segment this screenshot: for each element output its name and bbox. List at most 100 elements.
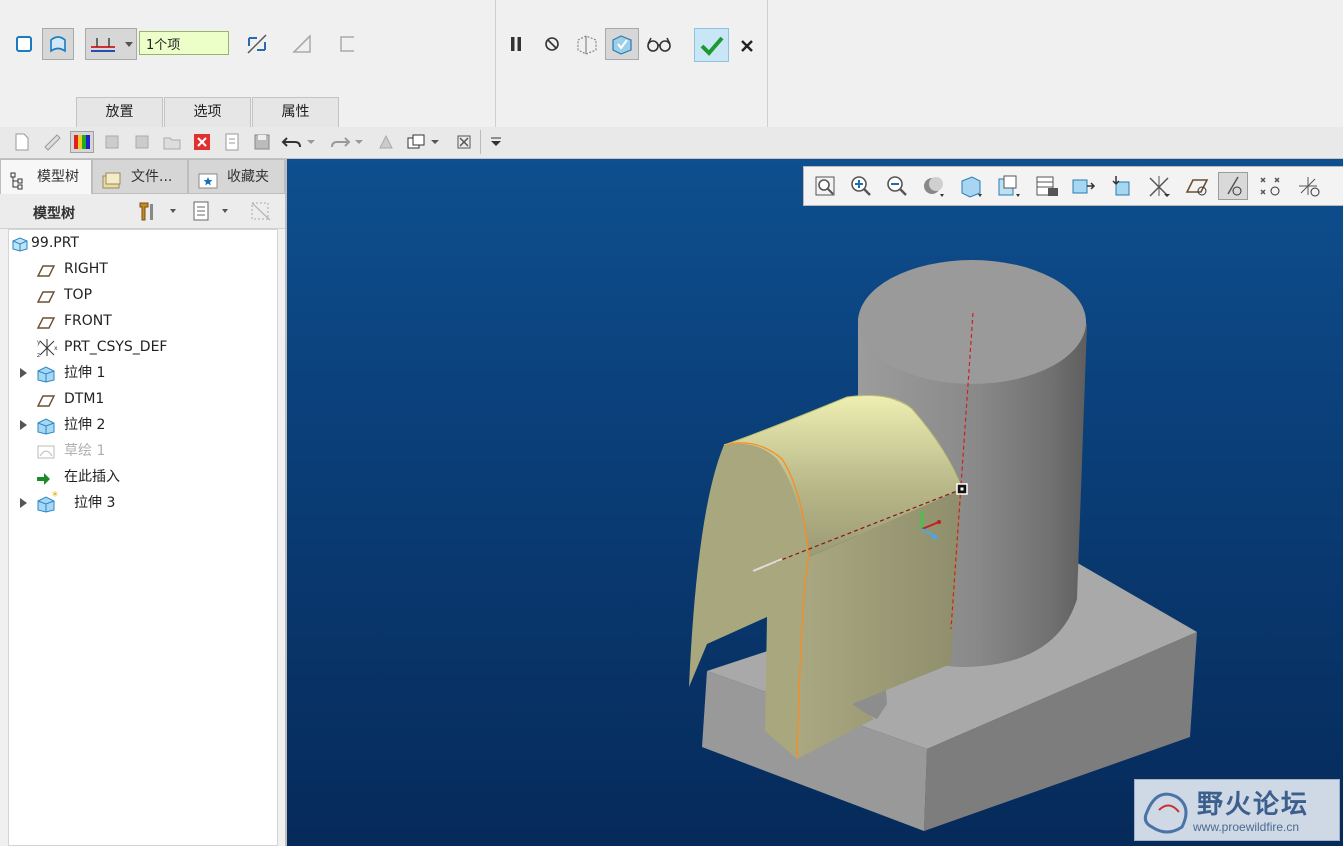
tree-item-label: DTM1	[64, 391, 105, 407]
expand-arrow-icon[interactable]	[20, 420, 27, 430]
show-list-icon[interactable]	[192, 200, 232, 226]
verify-preview-icon[interactable]	[605, 28, 639, 60]
active-feature-star-icon: *	[52, 489, 58, 503]
view-manager-icon[interactable]	[1032, 172, 1062, 200]
refit-icon[interactable]	[810, 172, 840, 200]
svg-text:x: x	[54, 345, 58, 352]
tab-properties[interactable]: 属性	[252, 97, 339, 127]
flip-direction-icon[interactable]	[241, 28, 273, 60]
watermark-logo-icon	[1143, 792, 1188, 834]
datum-display-icon[interactable]	[1144, 172, 1174, 200]
close-icon[interactable]	[452, 131, 476, 153]
model-tree: 99.PRT RIGHT TOP FRONT y x z PRT_CSYS_DEF 拉伸 1 DT…	[8, 229, 278, 846]
measure-icon[interactable]	[40, 131, 64, 153]
tab-file-browser[interactable]: 文件...	[92, 159, 188, 194]
tree-item[interactable]: 99.PRT	[9, 230, 277, 256]
zoom-out-icon[interactable]	[882, 172, 912, 200]
expand-arrow-icon[interactable]	[20, 368, 27, 378]
tab-model-tree-label: 模型树	[37, 169, 79, 185]
tree-item[interactable]: * 拉伸 3	[9, 489, 277, 516]
tab-placement[interactable]: 放置	[76, 97, 163, 127]
ok-check-icon[interactable]	[694, 28, 729, 62]
plane-display-icon[interactable]	[1182, 172, 1212, 200]
tree-item[interactable]: 在此插入	[9, 464, 277, 490]
navigator-panel: 模型树 文件... 收藏夹 模型树 99.PRT RIGHT TOP FRONT y x z…	[0, 159, 285, 846]
new-icon[interactable]	[10, 131, 34, 153]
repaint-icon[interactable]	[918, 172, 948, 200]
extrude-dashboard: 1个项 放置 选项 属性	[0, 0, 1343, 128]
cancel-x-icon[interactable]	[731, 30, 763, 62]
filter-hidden-icon[interactable]	[248, 200, 274, 226]
tree-item[interactable]: FRONT	[9, 308, 277, 334]
tab-model-tree[interactable]: 模型树	[0, 159, 92, 194]
redo-dropdown-icon[interactable]	[352, 131, 366, 153]
tree-item-label: 99.PRT	[31, 235, 79, 251]
window-list-icon[interactable]	[220, 131, 244, 153]
regenerate-manager-icon[interactable]	[130, 131, 154, 153]
tree-item-label: FRONT	[64, 313, 112, 329]
tree-item-label: 拉伸 1	[64, 365, 106, 381]
model-tree-header: 模型树	[0, 194, 285, 229]
appearance-icon[interactable]	[70, 131, 94, 153]
tree-item[interactable]: TOP	[9, 282, 277, 308]
surface-icon[interactable]	[42, 28, 74, 60]
svg-text:y: y	[37, 339, 41, 346]
undo-dropdown-icon[interactable]	[304, 131, 318, 153]
customize-toolbar-icon[interactable]	[484, 131, 508, 153]
tree-item-label: TOP	[64, 287, 93, 303]
tree-item[interactable]: DTM1	[9, 386, 277, 412]
watermark-url: www.proewildfire.cn	[1193, 820, 1300, 834]
remove-material-icon[interactable]	[286, 28, 318, 60]
undo-icon[interactable]	[280, 131, 304, 153]
tab-favorites[interactable]: 收藏夹	[188, 159, 285, 194]
open-icon[interactable]	[160, 131, 184, 153]
zoom-in-icon[interactable]	[846, 172, 876, 200]
thicken-sketch-icon[interactable]	[332, 28, 364, 60]
windows-dropdown-icon[interactable]	[428, 131, 442, 153]
tree-item-label: RIGHT	[64, 261, 108, 277]
display-style-icon[interactable]	[956, 172, 986, 200]
perspective-icon[interactable]	[1068, 172, 1098, 200]
regen-icon[interactable]	[374, 131, 398, 153]
saved-orientations-icon[interactable]	[994, 172, 1024, 200]
tree-item-label: 草绘 1	[64, 443, 106, 459]
redo-icon[interactable]	[328, 131, 352, 153]
settings-tools-icon[interactable]	[136, 200, 176, 226]
graphics-toolbar	[803, 166, 1343, 206]
model-view	[689, 260, 1197, 831]
tree-item[interactable]: y x z PRT_CSYS_DEF	[9, 334, 277, 360]
forum-watermark: 野火论坛 www.proewildfire.cn	[1134, 779, 1340, 841]
tree-item-label: 拉伸 3	[74, 495, 116, 511]
tree-item[interactable]: 拉伸 2	[9, 412, 277, 438]
tab-file-browser-label: 文件...	[131, 169, 173, 185]
tree-item[interactable]: 草绘 1	[9, 438, 277, 464]
model-tree-title: 模型树	[33, 206, 75, 222]
tree-item[interactable]: 拉伸 1	[9, 360, 277, 386]
csys-display-icon[interactable]	[1294, 172, 1324, 200]
save-icon[interactable]	[250, 131, 274, 153]
solid-icon[interactable]	[8, 28, 40, 60]
regenerate-icon[interactable]	[100, 131, 124, 153]
thicken-dropdown-icon[interactable]	[85, 28, 137, 60]
tab-options[interactable]: 选项	[164, 97, 251, 127]
close-window-icon[interactable]	[190, 131, 214, 153]
glasses-preview-icon[interactable]	[643, 28, 675, 60]
axis-display-icon[interactable]	[1218, 172, 1248, 200]
tree-item-label: PRT_CSYS_DEF	[64, 339, 168, 355]
expand-arrow-icon[interactable]	[20, 498, 27, 508]
graphics-viewport[interactable]: 野火论坛 www.proewildfire.cn	[285, 159, 1343, 846]
attach-preview-icon[interactable]	[571, 28, 603, 60]
tree-item-label: 拉伸 2	[64, 417, 106, 433]
pause-icon[interactable]	[500, 28, 532, 60]
watermark-title: 野火论坛	[1197, 790, 1310, 820]
quick-access-toolbar	[0, 127, 1343, 159]
tab-favorites-label: 收藏夹	[227, 169, 269, 185]
tree-item[interactable]: RIGHT	[9, 256, 277, 282]
point-display-icon[interactable]	[1256, 172, 1286, 200]
tree-item-label: 在此插入	[64, 469, 120, 485]
selection-field[interactable]: 1个项	[139, 31, 229, 55]
no-preview-icon[interactable]	[536, 28, 568, 60]
windows-icon[interactable]	[404, 131, 428, 153]
annotation-display-icon[interactable]	[1106, 172, 1136, 200]
svg-text:z: z	[37, 352, 40, 358]
